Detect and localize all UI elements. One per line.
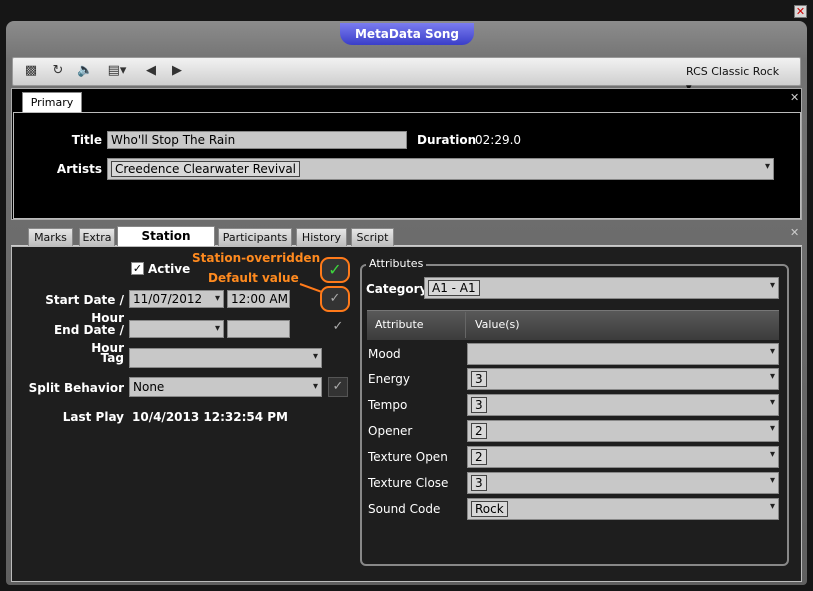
category-select[interactable]: A1 - A1 (424, 277, 779, 299)
close-window-icon[interactable]: ✕ (794, 5, 807, 18)
attribute-value-chip: 3 (471, 475, 487, 491)
attribute-name: Mood (368, 347, 401, 361)
default-indicator-start[interactable]: ✓ (320, 286, 350, 312)
attribute-name: Tempo (368, 398, 408, 412)
close-tabs-icon[interactable]: ✕ (790, 227, 799, 238)
window-title: MetaData Song (340, 23, 474, 45)
attribute-name: Texture Close (368, 476, 449, 490)
column-values: Value(s) (475, 318, 520, 331)
attribute-value-select[interactable]: 3 (467, 368, 779, 390)
split-behavior-label: Split Behavior (28, 381, 124, 395)
station-name: RCS Classic Rock (686, 65, 780, 78)
artist-chip: Creedence Clearwater Revival (111, 161, 301, 177)
tab-marks[interactable]: Marks (28, 228, 73, 246)
tab-station-specific[interactable]: Station Specific (117, 226, 215, 262)
attribute-value-chip: 2 (471, 449, 487, 465)
tab-primary[interactable]: Primary (22, 92, 82, 112)
attribute-value-select[interactable] (467, 343, 779, 365)
attribute-value-chip: Rock (471, 501, 508, 517)
clipboard-dropdown-icon[interactable]: ▤▾ (103, 63, 131, 79)
attribute-value-select[interactable]: 3 (467, 472, 779, 494)
artists-label: Artists (56, 162, 102, 176)
attribute-name: Energy (368, 372, 411, 386)
tab-history[interactable]: History (296, 228, 347, 246)
split-behavior-select[interactable]: None (129, 377, 322, 397)
column-attribute: Attribute (375, 318, 424, 331)
tab-extra[interactable]: Extra (79, 228, 115, 246)
attribute-value-chip: 3 (471, 397, 487, 413)
tag-label: Tag (100, 351, 124, 365)
tag-select[interactable] (129, 348, 322, 368)
note-station-overridden: Station-overridden (192, 251, 321, 265)
end-date-input[interactable] (129, 320, 224, 338)
last-play-value: 10/4/2013 12:32:54 PM (132, 410, 288, 424)
attribute-name: Opener (368, 424, 413, 438)
title-label: Title (71, 133, 102, 147)
attribute-value-select[interactable]: 3 (467, 394, 779, 416)
active-checkbox[interactable]: ✓ (131, 262, 144, 275)
arrow-right-icon[interactable]: ▶ (169, 63, 185, 79)
last-play-label: Last Play (62, 410, 124, 424)
attribute-value-chip: 3 (471, 371, 487, 387)
override-indicator-active[interactable]: ✓ (320, 257, 350, 283)
speaker-icon[interactable]: 🔈 (77, 63, 93, 79)
station-selector[interactable]: RCS Classic Rock ▾ (686, 64, 788, 94)
start-date-label: Start Date / Hour (45, 293, 124, 325)
artists-select[interactable]: Creedence Clearwater Revival (107, 158, 774, 180)
default-indicator-end[interactable]: ✓ (328, 318, 348, 338)
default-indicator-split[interactable]: ✓ (328, 377, 348, 397)
note-default-value: Default value (208, 271, 299, 285)
attributes-table-header (367, 310, 779, 340)
tab-script[interactable]: Script (351, 228, 394, 246)
category-label: Category (366, 282, 428, 296)
duration-value: 02:29.0 (475, 133, 522, 147)
attribute-value-select[interactable]: Rock (467, 498, 779, 520)
duration-label: Duration (417, 133, 477, 147)
end-hour-input[interactable] (227, 320, 290, 338)
end-date-label: End Date / Hour (53, 323, 124, 355)
attribute-value-select[interactable]: 2 (467, 420, 779, 442)
close-panel-icon[interactable]: ✕ (790, 92, 799, 103)
column-divider (465, 312, 466, 338)
attribute-name: Texture Open (368, 450, 448, 464)
title-input[interactable]: Who'll Stop The Rain (107, 131, 407, 149)
start-hour-input[interactable]: 12:00 AM (227, 290, 290, 308)
arrow-left-icon[interactable]: ◀ (143, 63, 159, 79)
refresh-icon[interactable]: ↻ (50, 63, 66, 79)
tab-participants[interactable]: Participants (218, 228, 292, 246)
save-icon[interactable]: ▩ (23, 63, 39, 79)
start-date-input[interactable]: 11/07/2012 (129, 290, 224, 308)
attribute-name: Sound Code (368, 502, 441, 516)
attribute-value-chip: 2 (471, 423, 487, 439)
category-chip: A1 - A1 (428, 280, 480, 296)
attributes-legend: Attributes (366, 257, 427, 271)
attribute-value-select[interactable]: 2 (467, 446, 779, 468)
